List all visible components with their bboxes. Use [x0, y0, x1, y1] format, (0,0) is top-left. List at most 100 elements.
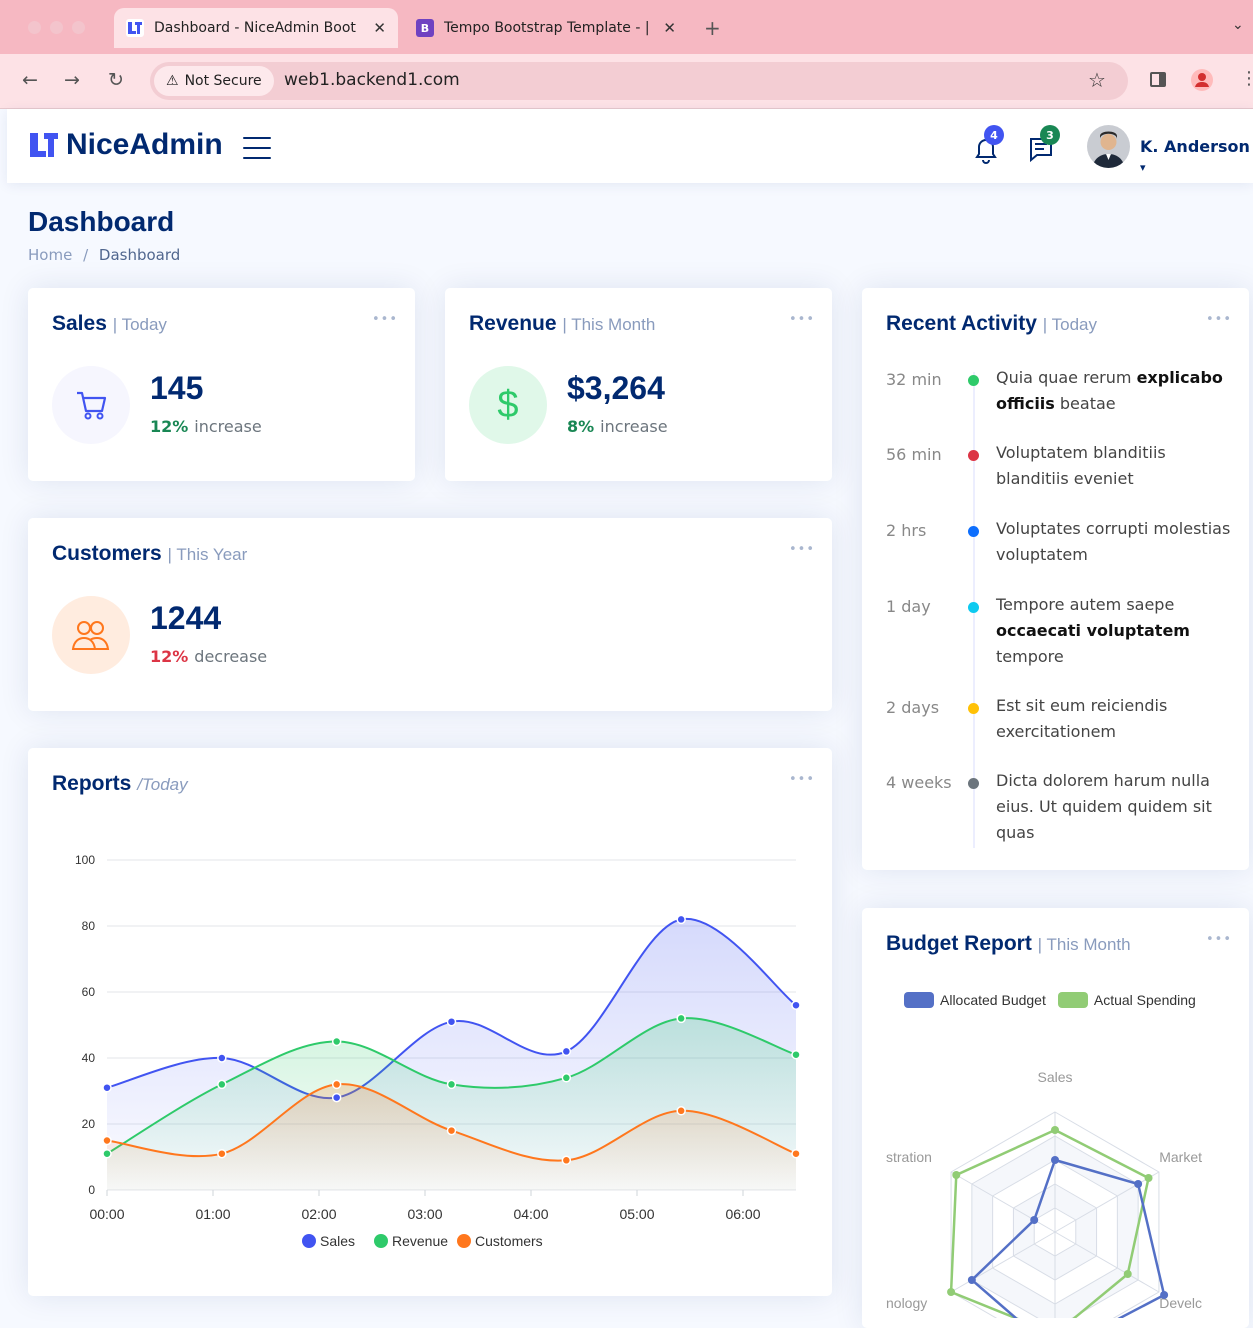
card-title-text: Customers	[52, 542, 162, 565]
delta-percent: 12%	[150, 647, 189, 666]
url-text[interactable]: web1.backend1.com	[284, 70, 460, 90]
revenue-value: $3,264	[567, 370, 665, 406]
activity-dot	[968, 778, 979, 789]
data-point	[791, 1000, 801, 1010]
card-title-text: Recent Activity	[886, 312, 1037, 335]
dollar-icon: $	[469, 366, 547, 444]
activity-time: 2 hrs	[886, 521, 927, 540]
notifications-badge: 4	[984, 125, 1004, 145]
radar-point	[1030, 1216, 1039, 1224]
delta-label: decrease	[194, 647, 268, 666]
data-point	[561, 1155, 572, 1166]
data-point	[446, 1016, 457, 1027]
activity-time: 56 min	[886, 445, 942, 464]
breadcrumb-current: Dashboard	[98, 246, 181, 264]
legend-dot	[457, 1234, 471, 1248]
delta-percent: 12%	[150, 417, 189, 436]
data-point	[217, 1079, 227, 1090]
more-options-icon[interactable]: •••	[1206, 312, 1232, 327]
bookmark-star-icon[interactable]: ☆	[1088, 68, 1106, 92]
sidebar-toggle-icon[interactable]	[243, 137, 271, 167]
breadcrumb-home[interactable]: Home	[28, 246, 72, 264]
x-tick-label: 00:00	[89, 1206, 124, 1222]
forward-arrow-icon[interactable]: →	[64, 69, 80, 91]
activity-time: 2 days	[886, 698, 940, 717]
more-options-icon[interactable]: •••	[789, 542, 815, 557]
activity-dot	[968, 450, 979, 461]
brand-logo[interactable]: NiceAdmin	[28, 128, 223, 162]
radar-point	[1123, 1270, 1132, 1278]
more-options-icon[interactable]: •••	[789, 312, 815, 327]
legend-label: Sales	[320, 1233, 355, 1249]
delta-label: increase	[194, 417, 262, 436]
close-tab-icon[interactable]: ✕	[663, 19, 676, 37]
legend-dot	[374, 1234, 388, 1248]
activity-dot	[968, 602, 979, 613]
activity-time: 32 min	[886, 370, 942, 389]
budget-radar-chart[interactable]: SalesMarketDevelcnologystration	[862, 908, 1249, 1318]
data-point	[217, 1148, 227, 1159]
browser-menu-icon[interactable]: ⋮	[1240, 68, 1253, 89]
card-title-text: Sales	[52, 312, 107, 335]
x-tick-label: 01:00	[195, 1206, 230, 1222]
niceadmin-logo-icon	[126, 19, 144, 37]
tab-tempo[interactable]: B Tempo Bootstrap Template - | ✕	[404, 8, 688, 48]
y-tick-label: 40	[82, 1051, 96, 1065]
tab-list-chevron-icon[interactable]: ⌄	[1232, 17, 1244, 33]
tab-dashboard[interactable]: Dashboard - NiceAdmin Boot ✕	[114, 8, 398, 48]
data-point	[561, 1073, 572, 1083]
customers-value: 1244	[150, 600, 222, 636]
delta-label: increase	[600, 417, 668, 436]
legend-dot	[302, 1234, 316, 1248]
user-name[interactable]: K. Anderson ▾	[1140, 137, 1253, 175]
radar-axis-label: Sales	[1037, 1069, 1072, 1085]
x-tick-label: 06:00	[725, 1206, 760, 1222]
tab-title: Dashboard - NiceAdmin Boot	[154, 20, 356, 36]
bootstrap-b-icon: B	[416, 19, 434, 37]
back-arrow-icon[interactable]: ←	[22, 69, 38, 91]
activity-text: Est sit eum reiciendis exercitationem	[996, 696, 1168, 741]
side-panel-icon[interactable]	[1150, 72, 1166, 87]
avatar[interactable]	[1087, 125, 1130, 168]
sales-card: Sales | Today ••• 145 12% increase	[28, 288, 415, 481]
legend-label: Customers	[475, 1233, 543, 1249]
data-point	[676, 914, 686, 925]
activity-text: Tempore autem saepe occaecati voluptatem…	[996, 595, 1190, 666]
more-options-icon[interactable]: •••	[372, 312, 398, 327]
messages-badge: 3	[1040, 125, 1060, 145]
activity-time: 1 day	[886, 597, 931, 616]
x-tick-label: 02:00	[301, 1206, 336, 1222]
niceadmin-logo-icon	[30, 133, 58, 157]
tab-title: Tempo Bootstrap Template - |	[444, 20, 650, 36]
revenue-delta: 8% increase	[567, 417, 668, 436]
data-point	[102, 1135, 112, 1146]
people-icon	[52, 596, 130, 674]
reports-card: Reports /Today ••• 0 20 40 60 80 100 00:00 01:0…	[28, 748, 832, 1296]
data-point	[446, 1079, 457, 1090]
caret-down-icon: ▾	[1140, 161, 1146, 174]
close-tab-icon[interactable]: ✕	[373, 19, 386, 37]
data-point	[331, 1092, 342, 1103]
data-point	[676, 1013, 686, 1024]
security-chip[interactable]: ⚠ Not Secure	[154, 66, 274, 96]
reports-line-chart[interactable]: 0 20 40 60 80 100 00:00 01:00 02:00 03:00 04:00 05:…	[28, 748, 832, 1296]
radar-point	[1160, 1291, 1169, 1299]
y-tick-label: 60	[82, 985, 96, 999]
reload-icon[interactable]: ↻	[108, 69, 124, 91]
profile-icon[interactable]	[1191, 69, 1213, 91]
activity-text: Voluptatem blanditiis blanditiis eveniet	[996, 443, 1166, 488]
radar-point	[1134, 1180, 1143, 1188]
brand-name: NiceAdmin	[66, 128, 223, 161]
security-label: Not Secure	[184, 73, 262, 89]
data-point	[791, 1049, 801, 1060]
radar-point	[1144, 1174, 1153, 1182]
new-tab-button[interactable]: +	[704, 16, 721, 40]
user-name-label: K. Anderson	[1140, 137, 1250, 156]
activity-text: Quia quae rerum explicabo officiis beata…	[996, 368, 1223, 413]
cart-icon	[52, 366, 130, 444]
card-title: Revenue | This Month	[469, 312, 655, 336]
activity-time: 4 weeks	[886, 773, 952, 792]
radar-point	[967, 1276, 976, 1284]
data-point	[331, 1036, 342, 1047]
breadcrumb: Home / Dashboard	[28, 246, 180, 264]
